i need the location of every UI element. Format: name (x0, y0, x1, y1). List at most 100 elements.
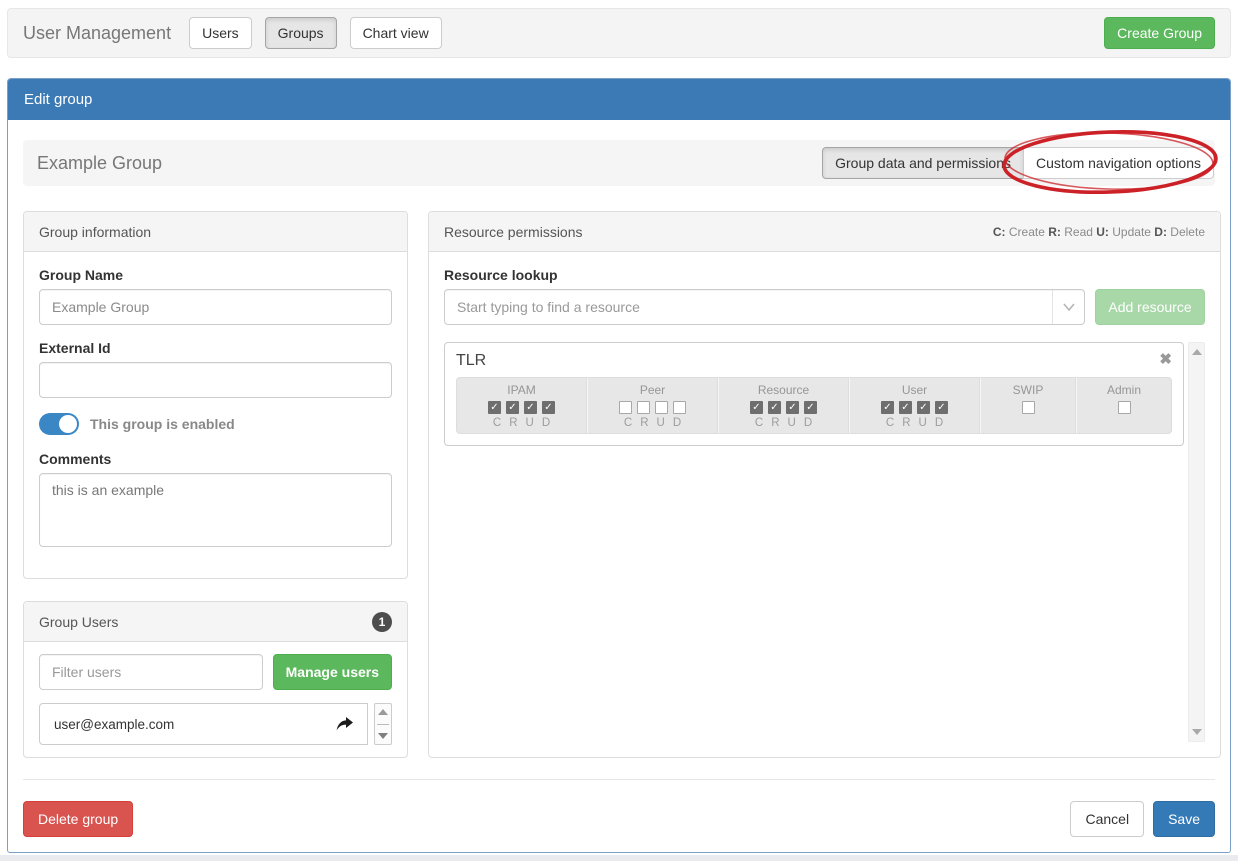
scroll-up-icon[interactable] (1192, 349, 1202, 355)
resource-lookup-row: Add resource (444, 289, 1205, 325)
permission-strip: IPAM✓✓✓✓CRUDPeerCRUDResource✓✓✓✓CRUDUser… (456, 377, 1172, 434)
left-column: Group information Group Name External Id (23, 211, 408, 758)
enabled-toggle-label: This group is enabled (90, 416, 235, 432)
op-letter: U (788, 417, 796, 429)
add-resource-button[interactable]: Add resource (1095, 289, 1205, 325)
op-letter: D (935, 417, 943, 429)
nav-tab-chart-view[interactable]: Chart view (350, 17, 442, 49)
footer-divider (23, 779, 1215, 780)
permission-category-label: Peer (588, 383, 717, 397)
group-information-panel: Group information Group Name External Id (23, 211, 408, 579)
op-letter: C (493, 417, 501, 429)
d-resource-checkbox[interactable]: ✓ (804, 401, 817, 414)
edit-group-panel: Edit group Example Group Group data and … (7, 78, 1231, 853)
c-resource-checkbox[interactable]: ✓ (750, 401, 763, 414)
external-id-label: External Id (39, 340, 392, 356)
user-list-scrollbar[interactable] (374, 703, 392, 745)
c-peer-checkbox[interactable] (619, 401, 632, 414)
external-id-input[interactable] (39, 362, 392, 398)
resource-card: TLR✖IPAM✓✓✓✓CRUDPeerCRUDResource✓✓✓✓CRUD… (444, 342, 1184, 446)
group-users-title: Group Users (39, 614, 118, 630)
resource-lookup-input[interactable] (445, 299, 1052, 315)
comments-textarea[interactable]: this is an example (39, 473, 392, 547)
resource-permissions-heading: Resource permissions C: Create R: Read U… (429, 212, 1220, 252)
manage-users-button[interactable]: Manage users (273, 654, 392, 690)
crud-legend: C: Create R: Read U: Update D: Delete (993, 225, 1205, 239)
permission-category-label: User (850, 383, 979, 397)
resource-scroll-area: TLR✖IPAM✓✓✓✓CRUDPeerCRUDResource✓✓✓✓CRUD… (444, 342, 1205, 742)
r-peer-checkbox[interactable] (637, 401, 650, 414)
scroll-up-icon[interactable] (378, 709, 388, 715)
save-button[interactable]: Save (1153, 801, 1215, 837)
op-letter: R (509, 417, 517, 429)
permission-cell-ipam: IPAM✓✓✓✓CRUD (456, 377, 587, 434)
op-letter: R (640, 417, 648, 429)
tab-custom-navigation-options[interactable]: Custom navigation options (1023, 147, 1214, 179)
op-letter: U (657, 417, 665, 429)
footer-actions: Delete group Cancel Save (23, 801, 1215, 837)
group-users-heading: Group Users 1 (24, 602, 407, 642)
u-peer-checkbox[interactable] (655, 401, 668, 414)
top-bar: User Management Users Groups Chart view Cr… (7, 8, 1231, 58)
op-letter: R (771, 417, 779, 429)
group-enabled-toggle[interactable] (39, 413, 79, 435)
resource-lookup-combobox[interactable] (444, 289, 1085, 325)
op-letter: U (526, 417, 534, 429)
tab-group-data-and-permissions[interactable]: Group data and permissions (822, 147, 1024, 179)
group-users-body: Manage users user@example.com (24, 642, 407, 757)
group-section-header: Example Group Group data and permissions… (23, 140, 1215, 186)
scroll-down-icon[interactable] (378, 733, 388, 739)
resource-permissions-title: Resource permissions (444, 224, 583, 240)
nav-tab-users[interactable]: Users (189, 17, 252, 49)
r-ipam-checkbox[interactable]: ✓ (506, 401, 519, 414)
u-resource-checkbox[interactable]: ✓ (786, 401, 799, 414)
app: User Management Users Groups Chart view Cr… (0, 0, 1238, 855)
permission-category-label: IPAM (457, 383, 586, 397)
scrollbar-divider (377, 724, 389, 725)
go-to-user-icon[interactable] (336, 717, 353, 732)
create-group-button[interactable]: Create Group (1104, 17, 1215, 49)
r-user-checkbox[interactable]: ✓ (899, 401, 912, 414)
u-user-checkbox[interactable]: ✓ (917, 401, 930, 414)
u-ipam-checkbox[interactable]: ✓ (524, 401, 537, 414)
resource-list-scrollbar[interactable] (1188, 342, 1205, 742)
content-columns: Group information Group Name External Id (23, 211, 1215, 758)
op-letter: C (755, 417, 763, 429)
group-title: Example Group (37, 153, 162, 174)
filter-users-input[interactable] (39, 654, 263, 690)
permission-category-label: Resource (719, 383, 848, 397)
op-letter: C (886, 417, 894, 429)
group-name-input[interactable] (39, 289, 392, 325)
resource-permissions-panel: Resource permissions C: Create R: Read U… (428, 211, 1221, 758)
d-ipam-checkbox[interactable]: ✓ (542, 401, 555, 414)
delete-group-button[interactable]: Delete group (23, 801, 133, 837)
permission-cell-admin: Admin (1076, 377, 1172, 434)
op-letter: R (902, 417, 910, 429)
d-peer-checkbox[interactable] (673, 401, 686, 414)
d-user-checkbox[interactable]: ✓ (935, 401, 948, 414)
top-nav-tabs: Users Groups Chart view (189, 17, 442, 49)
user-email: user@example.com (54, 717, 174, 732)
op-letter: U (919, 417, 927, 429)
c-user-checkbox[interactable]: ✓ (881, 401, 894, 414)
chevron-down-icon[interactable] (1052, 290, 1084, 324)
nav-tab-groups[interactable]: Groups (265, 17, 337, 49)
group-name-label: Group Name (39, 267, 392, 283)
permission-cell-peer: PeerCRUD (587, 377, 718, 434)
r-resource-checkbox[interactable]: ✓ (768, 401, 781, 414)
scroll-down-icon[interactable] (1192, 729, 1202, 735)
admin-checkbox[interactable] (1118, 401, 1131, 414)
edit-group-heading: Edit group (8, 79, 1230, 120)
resource-lookup-label: Resource lookup (444, 267, 1205, 283)
view-switcher: Group data and permissionsCustom navigat… (822, 147, 1214, 179)
page-title: User Management (23, 23, 171, 44)
user-list: user@example.com (39, 703, 368, 745)
resource-list: TLR✖IPAM✓✓✓✓CRUDPeerCRUDResource✓✓✓✓CRUD… (444, 342, 1184, 742)
c-ipam-checkbox[interactable]: ✓ (488, 401, 501, 414)
swip-checkbox[interactable] (1022, 401, 1035, 414)
close-icon[interactable]: ✖ (1159, 352, 1172, 367)
edit-group-body: Example Group Group data and permissions… (8, 120, 1230, 852)
permission-cell-user: User ✓ ✓ ✓ ✓ CRUD (849, 377, 980, 434)
resource-name: TLR (456, 352, 486, 370)
cancel-button[interactable]: Cancel (1070, 801, 1144, 837)
